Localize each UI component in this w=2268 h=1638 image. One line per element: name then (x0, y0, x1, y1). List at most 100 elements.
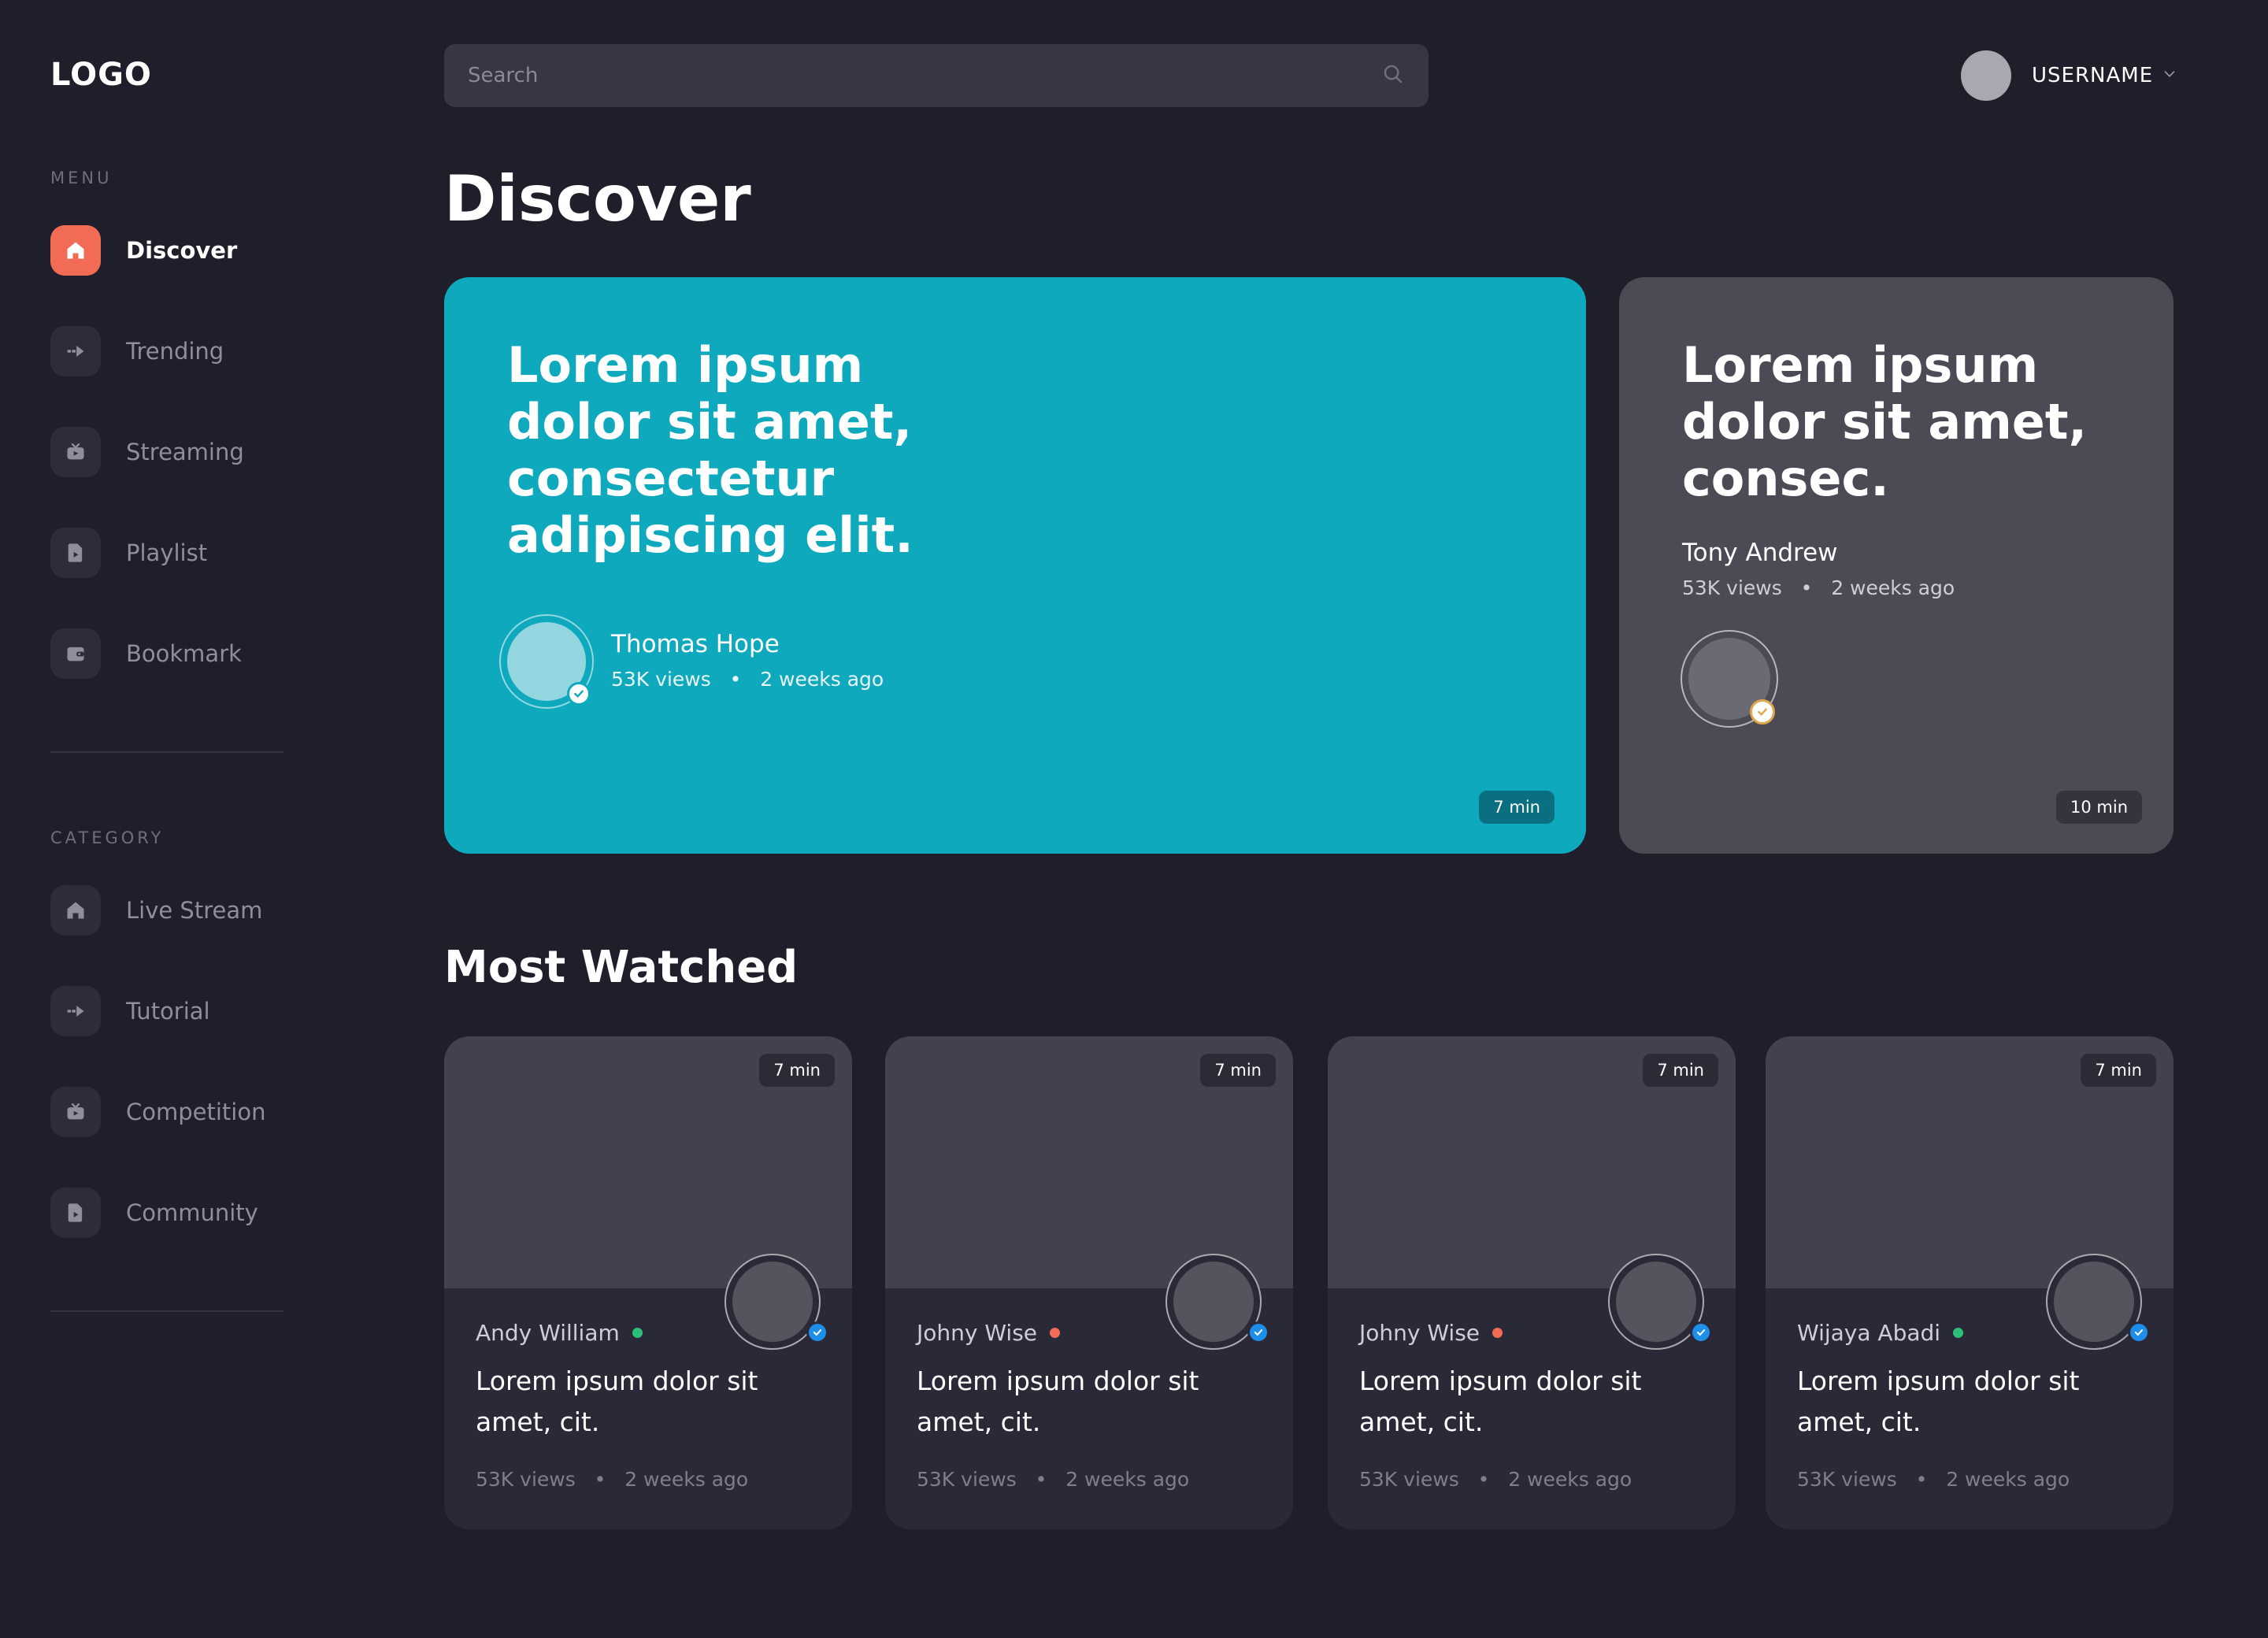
verified-icon (2128, 1321, 2150, 1343)
sidebar-item-label: Live Stream (126, 897, 263, 924)
category-section-label: CATEGORY (50, 828, 165, 847)
video-meta: 53K views • 2 weeks ago (1359, 1468, 1632, 1491)
author-name[interactable]: Tony Andrew (1682, 539, 1838, 567)
avatar[interactable] (1961, 50, 2011, 101)
author-name[interactable]: Andy William (476, 1320, 620, 1346)
video-title[interactable]: Lorem ipsum dolor sit amet, cit. (1359, 1361, 1706, 1443)
upload-time: 2 weeks ago (1065, 1468, 1190, 1491)
upload-time: 2 weeks ago (1831, 576, 1955, 599)
author-name-row: Johny Wise (917, 1320, 1061, 1346)
sidebar-item-trending[interactable]: Trending (50, 326, 302, 376)
author-name[interactable]: Thomas Hope (611, 630, 780, 658)
upload-time: 2 weeks ago (1508, 1468, 1632, 1491)
avatar[interactable] (2054, 1262, 2134, 1342)
user-menu[interactable]: USERNAME (1961, 50, 2178, 101)
video-card[interactable]: 7 min Wijaya Abadi Lorem ipsum dolor sit… (1766, 1036, 2174, 1529)
sidebar-item-streaming[interactable]: Streaming (50, 427, 302, 477)
duration-badge: 7 min (759, 1054, 835, 1087)
video-card[interactable]: 7 min Andy William Lorem ipsum dolor sit… (444, 1036, 852, 1529)
search-icon[interactable] (1381, 62, 1405, 89)
sidebar-divider (50, 751, 284, 753)
document-icon (50, 1188, 101, 1238)
featured-card[interactable]: Lorem ipsum dolor sit amet, consec. Tony… (1619, 277, 2174, 854)
video-card[interactable]: 7 min Johny Wise Lorem ipsum dolor sit a… (885, 1036, 1293, 1529)
sidebar-item-discover[interactable]: Discover (50, 225, 302, 276)
duration-badge: 7 min (1200, 1054, 1276, 1087)
logo[interactable]: LOGO (50, 57, 152, 93)
separator-dot: • (1022, 1468, 1060, 1491)
separator-dot: • (1788, 576, 1825, 599)
sidebar-item-label: Community (126, 1199, 258, 1226)
video-meta: 53K views • 2 weeks ago (611, 668, 884, 691)
separator-dot: • (1903, 1468, 1940, 1491)
sidebar-item-label: Tutorial (126, 998, 210, 1025)
video-title[interactable]: Lorem ipsum dolor sit amet, cit. (476, 1361, 822, 1443)
view-count: 53K views (1797, 1468, 1897, 1491)
avatar[interactable] (1173, 1262, 1254, 1342)
status-dot (632, 1328, 643, 1338)
author-name[interactable]: Wijaya Abadi (1797, 1320, 1940, 1346)
wallet-icon (50, 628, 101, 679)
sidebar-item-live-stream[interactable]: Live Stream (50, 885, 302, 936)
status-dot (1050, 1328, 1061, 1338)
status-dot (1953, 1328, 1964, 1338)
sidebar-item-bookmark[interactable]: Bookmark (50, 628, 302, 679)
author-name-row: Andy William (476, 1320, 643, 1346)
separator-dot: • (1465, 1468, 1503, 1491)
video-title[interactable]: Lorem ipsum dolor sit amet, cit. (1797, 1361, 2144, 1443)
duration-badge: 7 min (1479, 791, 1555, 824)
search-bar[interactable] (444, 44, 1429, 107)
video-meta: 53K views • 2 weeks ago (917, 1468, 1189, 1491)
verified-icon (1690, 1321, 1712, 1343)
verified-icon (1750, 699, 1775, 724)
search-input[interactable] (468, 64, 1381, 87)
sidebar-item-label: Discover (126, 237, 238, 264)
view-count: 53K views (611, 668, 711, 691)
avatar[interactable] (732, 1262, 813, 1342)
author-name[interactable]: Johny Wise (1359, 1320, 1480, 1346)
document-icon (50, 528, 101, 578)
duration-badge: 10 min (2056, 791, 2142, 824)
featured-card[interactable]: Lorem ipsum dolor sit amet, consectetur … (444, 277, 1586, 854)
home-icon (50, 885, 101, 936)
avatar[interactable] (1616, 1262, 1696, 1342)
author-name-row: Wijaya Abadi (1797, 1320, 1964, 1346)
sidebar-item-label: Bookmark (126, 640, 242, 667)
video-card[interactable]: 7 min Johny Wise Lorem ipsum dolor sit a… (1328, 1036, 1736, 1529)
duration-badge: 7 min (2081, 1054, 2156, 1087)
duration-badge: 7 min (1643, 1054, 1718, 1087)
verified-icon (567, 682, 591, 706)
status-dot (1492, 1328, 1503, 1338)
author-name[interactable]: Johny Wise (917, 1320, 1037, 1346)
featured-title: Lorem ipsum dolor sit amet, consec. (1682, 336, 2088, 507)
sidebar-item-label: Streaming (126, 439, 244, 465)
arrow-right-icon (50, 326, 101, 376)
verified-icon (1247, 1321, 1269, 1343)
video-meta: 53K views • 2 weeks ago (1682, 576, 1955, 599)
sidebar-item-label: Playlist (126, 539, 208, 566)
tv-icon (50, 427, 101, 477)
view-count: 53K views (1359, 1468, 1459, 1491)
sidebar-item-community[interactable]: Community (50, 1188, 302, 1238)
view-count: 53K views (476, 1468, 576, 1491)
sidebar-item-label: Trending (126, 338, 224, 365)
section-title-most-watched: Most Watched (444, 942, 799, 993)
sidebar-item-label: Competition (126, 1099, 266, 1125)
verified-icon (806, 1321, 828, 1343)
sidebar-item-competition[interactable]: Competition (50, 1087, 302, 1137)
chevron-down-icon[interactable] (2161, 65, 2178, 86)
separator-dot: • (717, 668, 754, 691)
video-meta: 53K views • 2 weeks ago (1797, 1468, 2070, 1491)
menu-section-label: MENU (50, 169, 113, 187)
featured-title: Lorem ipsum dolor sit amet, consectetur … (507, 336, 914, 564)
video-title[interactable]: Lorem ipsum dolor sit amet, cit. (917, 1361, 1263, 1443)
upload-time: 2 weeks ago (1946, 1468, 2070, 1491)
username[interactable]: USERNAME (2032, 64, 2153, 87)
home-icon (50, 225, 101, 276)
arrow-right-icon (50, 986, 101, 1036)
sidebar-item-playlist[interactable]: Playlist (50, 528, 302, 578)
page-title: Discover (444, 162, 751, 235)
sidebar-item-tutorial[interactable]: Tutorial (50, 986, 302, 1036)
upload-time: 2 weeks ago (760, 668, 884, 691)
view-count: 53K views (917, 1468, 1017, 1491)
